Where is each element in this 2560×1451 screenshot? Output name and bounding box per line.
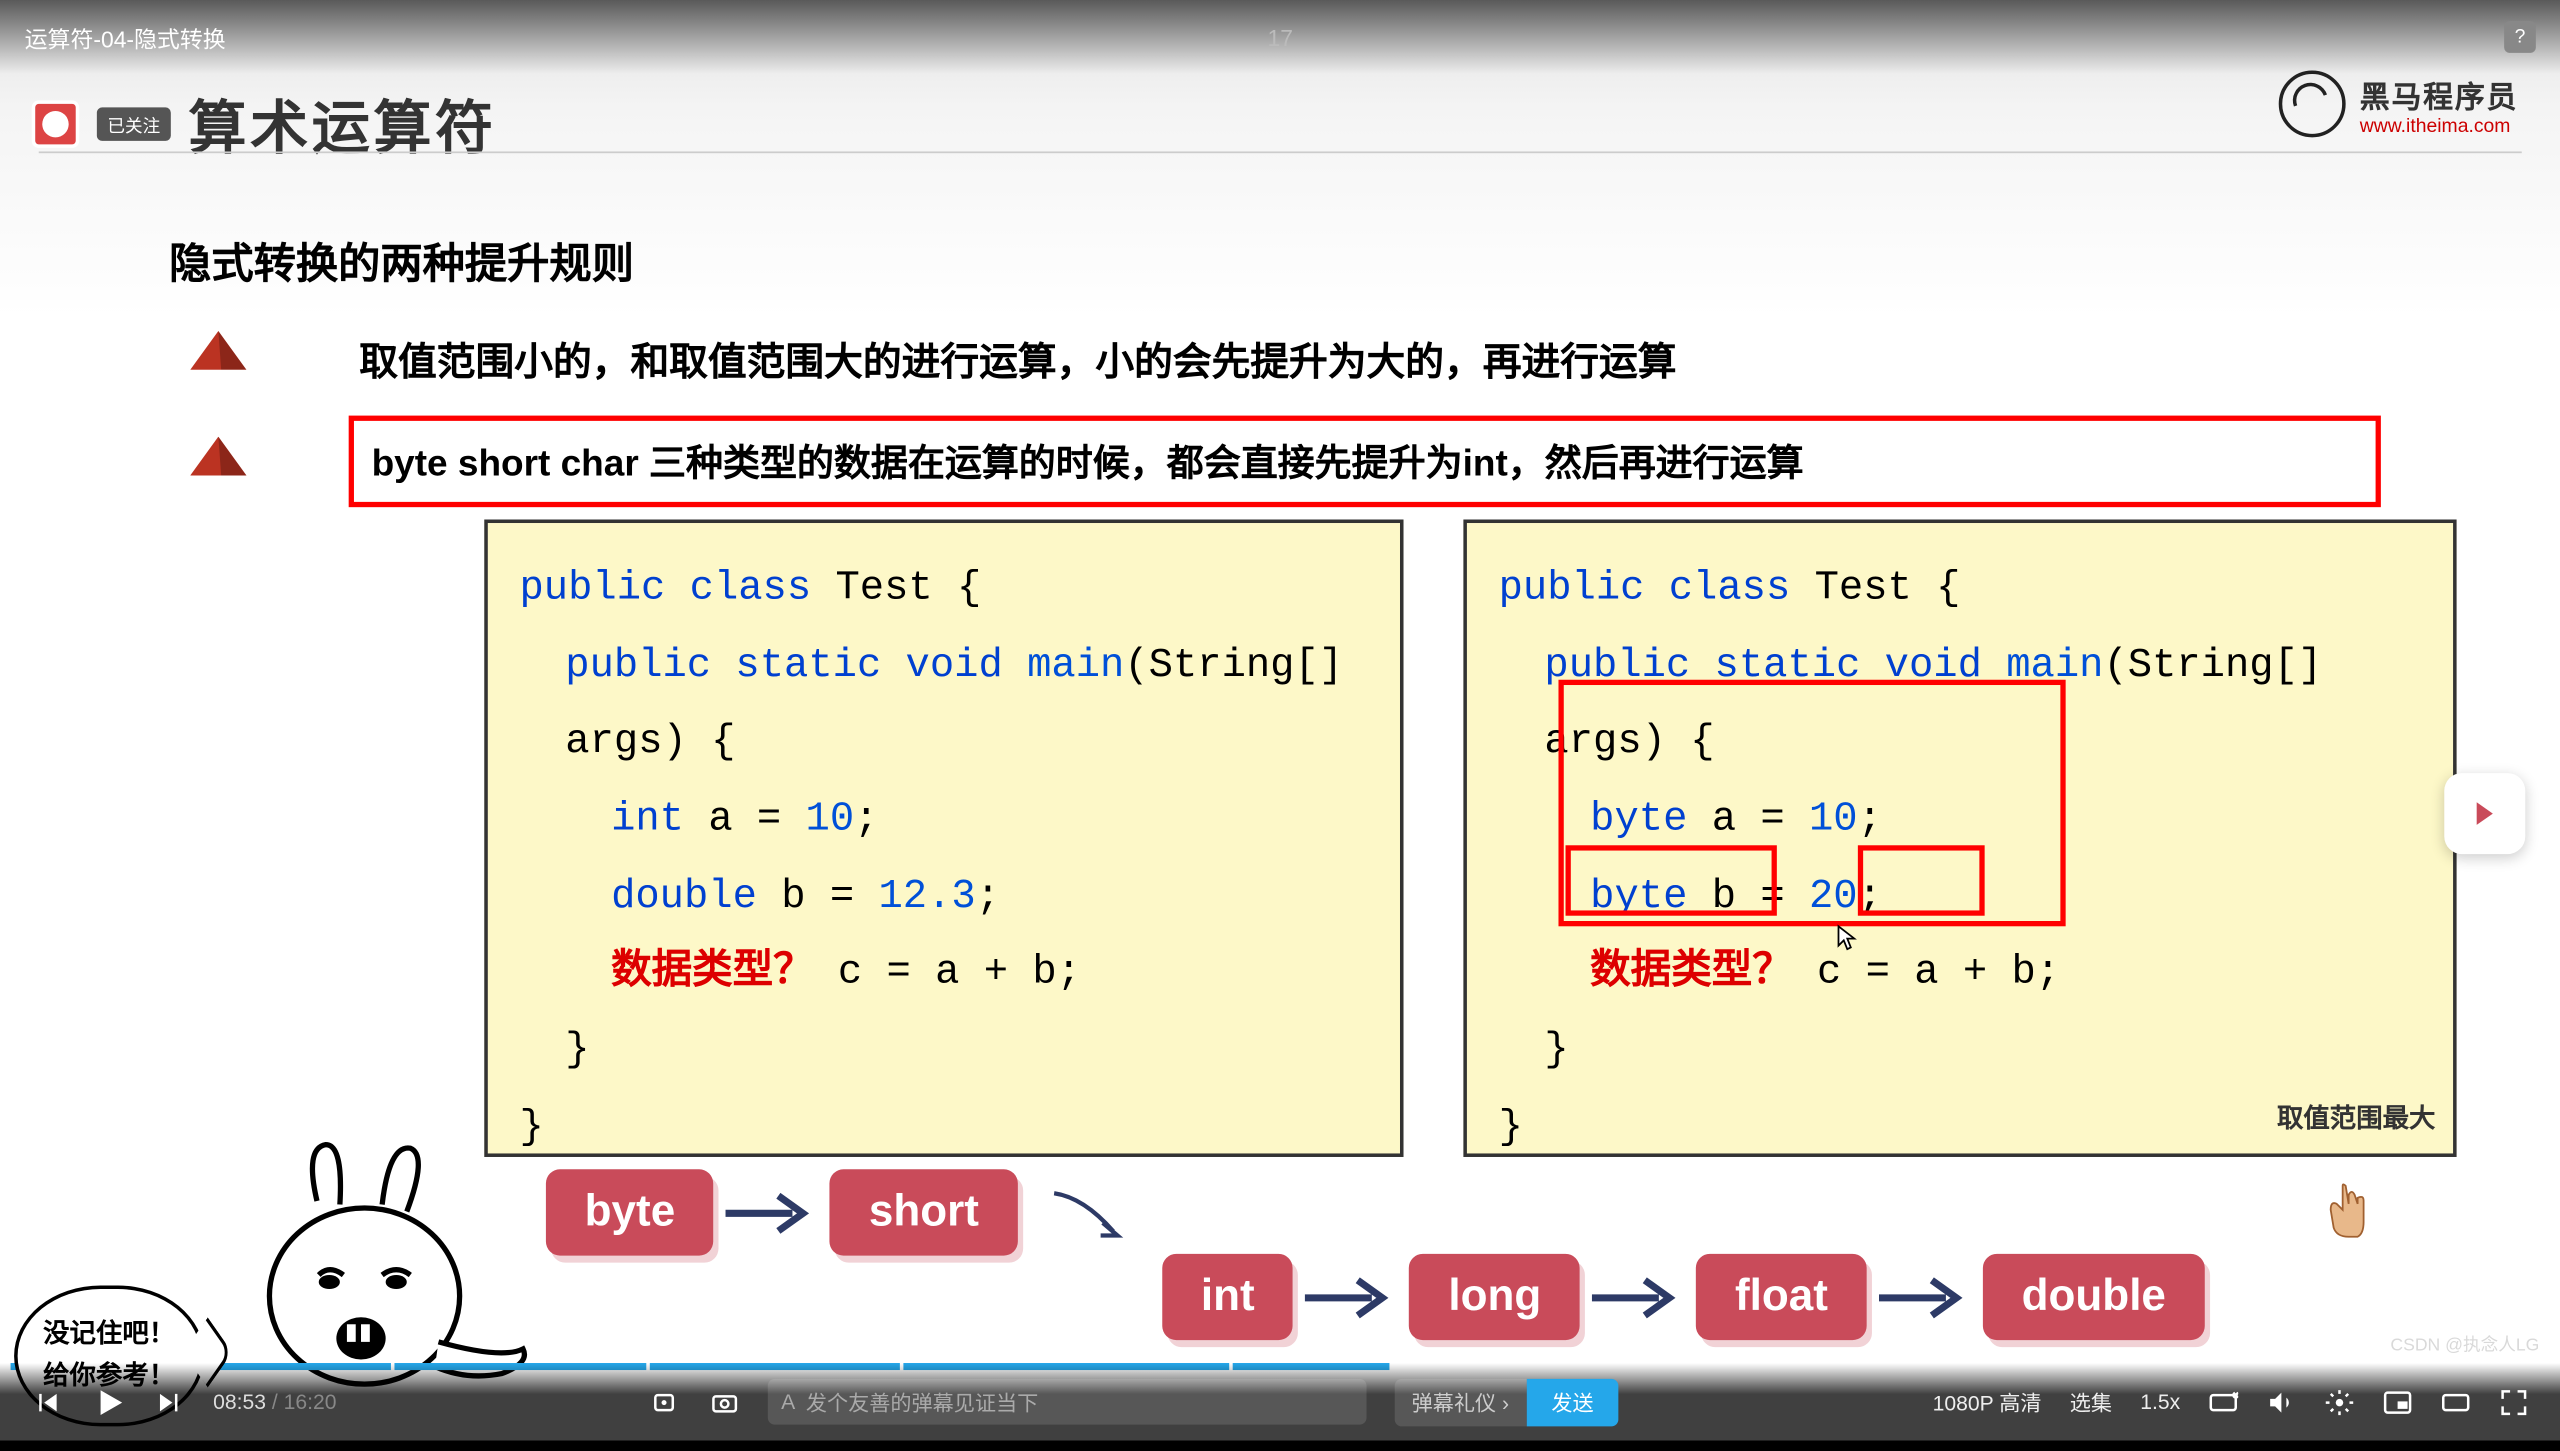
slide-subtitle: 隐式转换的两种提升规则	[169, 229, 634, 291]
settings-button[interactable]	[2325, 1387, 2355, 1417]
rule-1-text: 取值范围小的，和取值范围大的进行运算，小的会先提升为大的，再进行运算	[359, 331, 1676, 387]
rule-2-highlight-box: byte short char 三种类型的数据在运算的时候，都会直接先提升为in…	[349, 416, 2381, 508]
danmaku-send-button[interactable]: 发送	[1527, 1378, 1619, 1426]
player-controls: 08:53 / 16:20 A发个友善的弹幕见证当下 弹幕礼仪 › 发送 108…	[0, 1363, 2560, 1440]
bullet-icon	[190, 437, 246, 476]
subtitle-button[interactable]	[2208, 1387, 2238, 1417]
record-icon[interactable]	[651, 1387, 681, 1417]
watermark-text: CSDN @执念人LG	[2390, 1330, 2539, 1356]
type-pill: float	[1696, 1254, 1866, 1340]
volume-button[interactable]	[2266, 1387, 2296, 1417]
type-pill: double	[1983, 1254, 2205, 1340]
type-pill: short	[830, 1169, 1018, 1255]
type-promotion-flow: byte short int long float double	[546, 1169, 2490, 1255]
code-example-right: public class Test { public static void m…	[1463, 519, 2456, 1156]
next-video-button[interactable]	[2444, 773, 2525, 854]
range-max-note: 取值范围最大	[2277, 1096, 2436, 1146]
snapshot-icon[interactable]	[709, 1387, 739, 1417]
part-number: 17	[1268, 24, 1293, 50]
type-pill: byte	[546, 1169, 714, 1255]
play-button[interactable]	[90, 1383, 127, 1420]
uploader-avatar[interactable]	[32, 99, 80, 147]
fullscreen-button[interactable]	[2499, 1387, 2529, 1417]
time-display: 08:53 / 16:20	[213, 1389, 336, 1414]
danmaku-input[interactable]: A发个友善的弹幕见证当下	[767, 1379, 1366, 1425]
type-pill: int	[1162, 1254, 1293, 1340]
pip-button[interactable]	[2383, 1387, 2413, 1417]
widescreen-button[interactable]	[2441, 1387, 2471, 1417]
quality-button[interactable]: 1080P 高清	[1933, 1387, 2042, 1417]
follow-badge[interactable]: 已关注	[97, 107, 171, 140]
next-button[interactable]	[155, 1387, 185, 1417]
code-example-left: public class Test { public static void m…	[484, 519, 1403, 1156]
episodes-button[interactable]: 选集	[2070, 1387, 2112, 1417]
pointing-hand-icon	[2316, 1180, 2376, 1240]
danmaku-etiquette-button[interactable]: 弹幕礼仪 ›	[1394, 1378, 1527, 1426]
video-title: 运算符-04-隐式转换	[25, 20, 226, 53]
video-top-bar: 运算符-04-隐式转换 17 ?	[0, 0, 2560, 74]
slide-content: 已关注 算术运算符 黑马程序员 www.itheima.com 隐式转换的两种提…	[0, 0, 2560, 1440]
speed-button[interactable]: 1.5x	[2140, 1389, 2180, 1414]
brand-logo: 黑马程序员 www.itheima.com	[2279, 70, 2518, 137]
prev-button[interactable]	[32, 1387, 62, 1417]
help-button[interactable]: ?	[2504, 21, 2536, 53]
type-pill: long	[1410, 1254, 1580, 1340]
cursor-icon	[1837, 925, 1858, 953]
bullet-icon	[190, 331, 246, 370]
